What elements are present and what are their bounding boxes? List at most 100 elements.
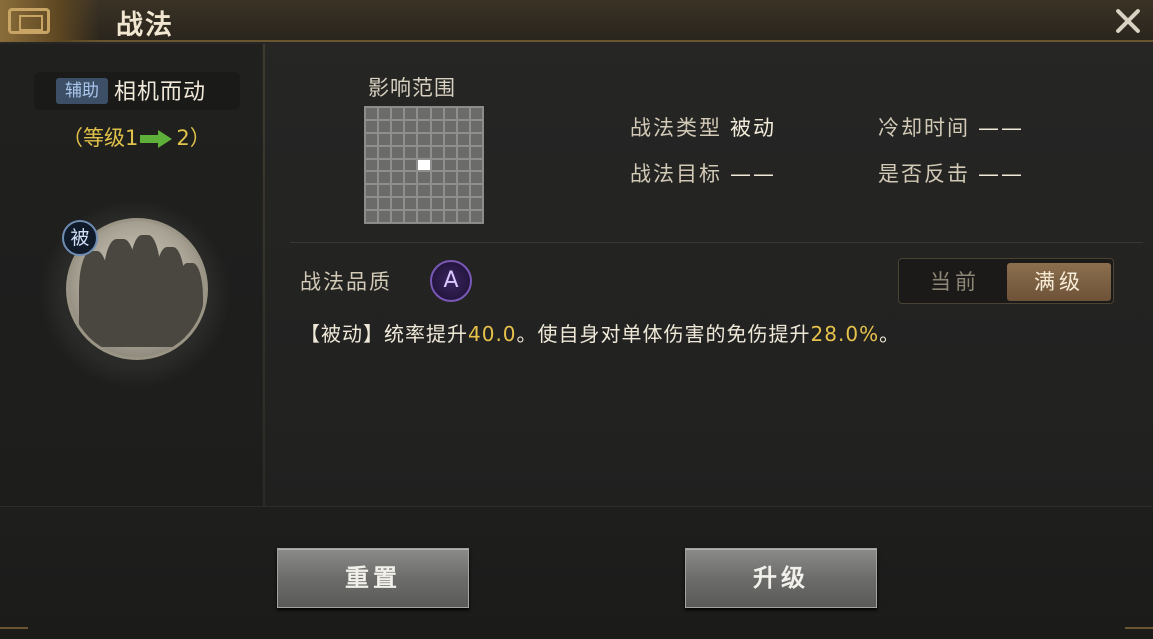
upgrade-button[interactable]: 升级 xyxy=(685,548,877,608)
level-view-toggle: 当前 满级 xyxy=(898,258,1114,304)
info-key: 冷却时间 xyxy=(878,116,970,140)
passive-badge: 被 xyxy=(62,220,98,256)
range-cell xyxy=(391,145,405,159)
range-cell xyxy=(469,107,483,120)
range-cell xyxy=(365,119,379,133)
range-cell xyxy=(430,145,444,159)
level-to: 2） xyxy=(176,126,211,150)
range-cell xyxy=(391,119,405,133)
title-bar: 战法 xyxy=(0,0,1153,42)
range-cell xyxy=(391,197,405,211)
range-cell xyxy=(404,132,418,146)
info-skill-target: 战法目标 —— xyxy=(630,158,776,188)
range-cell xyxy=(430,184,444,198)
range-cell xyxy=(417,132,431,146)
range-cell xyxy=(378,171,392,185)
range-cell xyxy=(443,107,457,120)
range-cell xyxy=(391,171,405,185)
range-cell xyxy=(391,210,405,223)
range-cell xyxy=(404,158,418,172)
info-value: —— xyxy=(978,162,1024,186)
range-cell xyxy=(456,158,470,172)
desc-suffix: 。 xyxy=(879,322,901,346)
range-cell xyxy=(378,210,392,223)
skill-description: 【被动】统率提升40.0。使自身对单体伤害的免伤提升28.0%。 xyxy=(300,318,900,347)
reset-button[interactable]: 重置 xyxy=(277,548,469,608)
range-cell xyxy=(404,171,418,185)
range-cell xyxy=(404,119,418,133)
range-cell xyxy=(378,132,392,146)
level-indicator: （等级1 2） xyxy=(62,122,211,152)
corner-ornament-icon xyxy=(1125,627,1153,639)
close-icon[interactable] xyxy=(1111,4,1145,38)
info-key: 战法目标 xyxy=(630,162,722,186)
quality-label: 战法品质 xyxy=(300,270,392,294)
range-cell xyxy=(430,158,444,172)
desc-value-command: 40.0 xyxy=(468,322,517,346)
range-cell xyxy=(430,119,444,133)
range-cell xyxy=(443,132,457,146)
range-cell xyxy=(456,107,470,120)
range-cell xyxy=(404,210,418,223)
desc-value-reduction: 28.0% xyxy=(810,322,880,346)
info-key: 战法类型 xyxy=(630,116,722,140)
range-cell xyxy=(456,145,470,159)
range-cell xyxy=(430,132,444,146)
window-title: 战法 xyxy=(116,10,174,41)
skill-type-badge: 辅助 xyxy=(56,78,108,104)
skill-name: 相机而动 xyxy=(114,80,207,105)
arrow-right-icon xyxy=(140,130,174,148)
range-cell xyxy=(391,107,405,120)
section-divider xyxy=(290,242,1143,243)
range-cell xyxy=(365,107,379,120)
toggle-max-button[interactable]: 满级 xyxy=(1007,263,1111,301)
info-value: —— xyxy=(978,116,1024,140)
info-key: 是否反击 xyxy=(878,162,970,186)
range-cell xyxy=(443,145,457,159)
range-cell xyxy=(365,210,379,223)
range-cell xyxy=(443,210,457,223)
info-cooldown: 冷却时间 —— xyxy=(878,112,1024,142)
info-value: —— xyxy=(730,162,776,186)
range-cell xyxy=(443,158,457,172)
corner-ornament-icon xyxy=(0,627,28,639)
range-cell-active xyxy=(417,158,431,172)
range-cell xyxy=(456,119,470,133)
range-cell xyxy=(378,145,392,159)
range-cell xyxy=(365,197,379,211)
range-cell xyxy=(404,145,418,159)
action-bar xyxy=(0,506,1153,639)
desc-middle: 。使自身对单体伤害的免伤提升 xyxy=(516,322,811,346)
range-cell xyxy=(443,197,457,211)
range-cell xyxy=(417,119,431,133)
range-cell xyxy=(417,197,431,211)
range-label: 影响范围 xyxy=(368,76,456,100)
range-cell xyxy=(378,158,392,172)
range-cell xyxy=(469,197,483,211)
range-cell xyxy=(430,210,444,223)
range-cell xyxy=(365,132,379,146)
range-cell xyxy=(456,184,470,198)
range-cell xyxy=(456,132,470,146)
quality-grade-badge: A xyxy=(430,260,472,302)
panel-divider xyxy=(263,44,265,506)
range-cell xyxy=(469,210,483,223)
info-value: 被动 xyxy=(730,116,776,140)
range-cell xyxy=(365,145,379,159)
range-cell xyxy=(378,119,392,133)
level-from: （等级1 xyxy=(62,126,139,150)
range-cell xyxy=(417,107,431,120)
toggle-current-button[interactable]: 当前 xyxy=(903,263,1007,301)
range-cell xyxy=(365,171,379,185)
range-cell xyxy=(469,158,483,172)
range-cell xyxy=(430,171,444,185)
range-cell xyxy=(443,171,457,185)
range-cell xyxy=(417,171,431,185)
range-cell xyxy=(456,171,470,185)
range-cell xyxy=(430,107,444,120)
range-cell xyxy=(391,184,405,198)
skill-panel-window: 战法 辅助 相机而动 （等级1 2） 被 影响范围 战法类型 被动 冷却时间 —— 战… xyxy=(0,0,1153,639)
range-cell xyxy=(378,184,392,198)
range-cell xyxy=(365,184,379,198)
range-cell xyxy=(378,107,392,120)
